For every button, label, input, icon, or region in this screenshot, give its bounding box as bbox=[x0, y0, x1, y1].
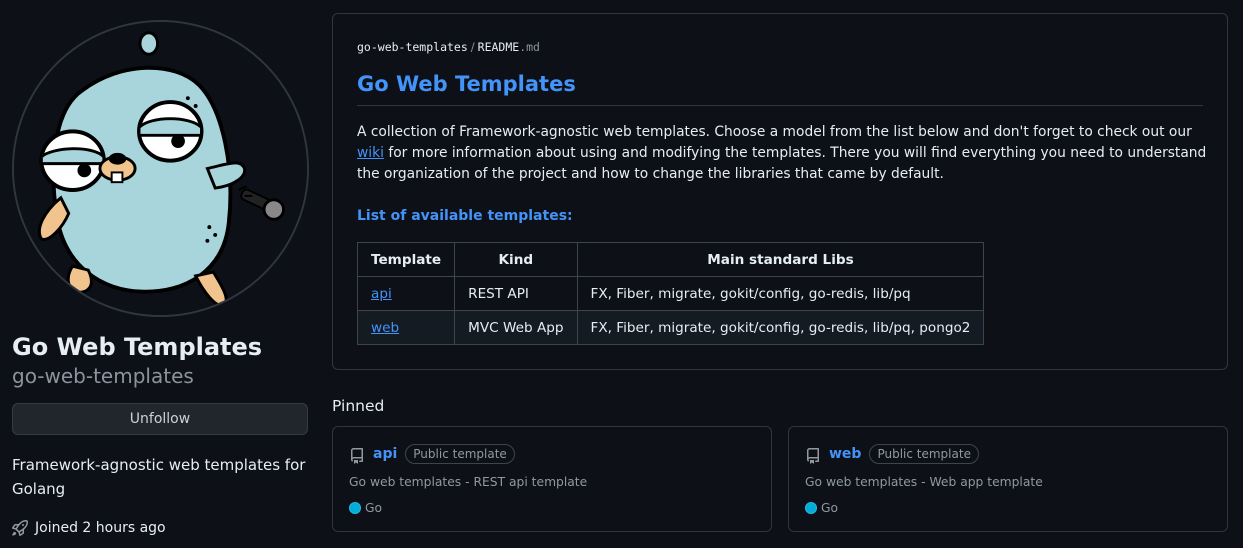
breadcrumb-separator: / bbox=[470, 40, 475, 54]
templates-list-heading: List of available templates: bbox=[357, 208, 573, 224]
gopher-avatar-icon bbox=[14, 22, 307, 315]
desc-text-after: for more information about using and mod… bbox=[357, 145, 1207, 182]
org-login: go-web-templates bbox=[12, 364, 194, 388]
pinned-repo-link-web[interactable]: web bbox=[829, 446, 861, 462]
unfollow-button[interactable]: Unfollow bbox=[12, 403, 308, 435]
template-link-api[interactable]: api bbox=[371, 286, 392, 302]
readme-breadcrumb: go-web-templates / README.md bbox=[357, 40, 540, 54]
repo-template-icon bbox=[349, 447, 365, 464]
breadcrumb-file-ext: .md bbox=[519, 40, 540, 54]
org-display-name: Go Web Templates bbox=[12, 333, 263, 361]
pinned-card-web: web Public template Go web templates - W… bbox=[788, 426, 1228, 532]
desc-text-before: A collection of Framework-agnostic web t… bbox=[357, 124, 1192, 140]
title-divider bbox=[357, 105, 1203, 106]
language-color-dot bbox=[349, 502, 361, 514]
pinned-heading: Pinned bbox=[332, 397, 385, 415]
pinned-repo-language: Go bbox=[349, 501, 382, 515]
table-cell-template: api bbox=[356, 276, 456, 311]
joined-info: Joined 2 hours ago bbox=[12, 520, 166, 536]
org-avatar bbox=[12, 20, 309, 317]
template-link-web[interactable]: web bbox=[371, 320, 399, 336]
language-color-dot bbox=[805, 502, 817, 514]
table-cell-kind: MVC Web App bbox=[454, 310, 578, 345]
templates-table: Template Kind Main standard Libs api RES… bbox=[356, 242, 985, 345]
rocket-icon bbox=[12, 520, 28, 536]
pinned-repo-language: Go bbox=[805, 501, 838, 515]
table-header-kind: Kind bbox=[454, 242, 578, 277]
visibility-badge: Public template bbox=[405, 444, 515, 464]
breadcrumb-file: README bbox=[477, 40, 520, 54]
pinned-repo-description: Go web templates - Web app template bbox=[805, 475, 1043, 489]
table-cell-template: web bbox=[356, 310, 456, 345]
language-name: Go bbox=[365, 501, 383, 515]
wiki-link[interactable]: wiki bbox=[357, 145, 384, 161]
table-header-row: Template Kind Main standard Libs bbox=[356, 242, 985, 277]
table-cell-libs: FX, Fiber, migrate, gokit/config, go-red… bbox=[576, 276, 985, 311]
readme-panel: go-web-templates / README.md Go Web Templa… bbox=[332, 13, 1228, 370]
table-row: api REST API FX, Fiber, migrate, gokit/c… bbox=[356, 276, 985, 311]
pinned-card-header: api Public template bbox=[349, 444, 515, 464]
table-row: web MVC Web App FX, Fiber, migrate, goki… bbox=[356, 310, 985, 345]
table-cell-libs: FX, Fiber, migrate, gokit/config, go-red… bbox=[576, 310, 985, 345]
readme-title: Go Web Templates bbox=[357, 72, 576, 96]
visibility-badge: Public template bbox=[869, 444, 979, 464]
pinned-repo-link-api[interactable]: api bbox=[373, 446, 397, 462]
org-bio: Framework-agnostic web templates for Gol… bbox=[12, 456, 306, 498]
pinned-repo-description: Go web templates - REST api template bbox=[349, 475, 588, 489]
breadcrumb-repo-link[interactable]: go-web-templates bbox=[357, 40, 468, 54]
pinned-card-api: api Public template Go web templates - R… bbox=[332, 426, 772, 532]
table-cell-kind: REST API bbox=[454, 276, 578, 311]
joined-text: Joined 2 hours ago bbox=[35, 520, 166, 536]
readme-description: A collection of Framework-agnostic web t… bbox=[357, 122, 1207, 185]
table-header-template: Template bbox=[356, 242, 456, 277]
repo-template-icon bbox=[805, 447, 821, 464]
language-name: Go bbox=[821, 501, 839, 515]
pinned-card-header: web Public template bbox=[805, 444, 979, 464]
table-header-libs: Main standard Libs bbox=[576, 242, 985, 277]
